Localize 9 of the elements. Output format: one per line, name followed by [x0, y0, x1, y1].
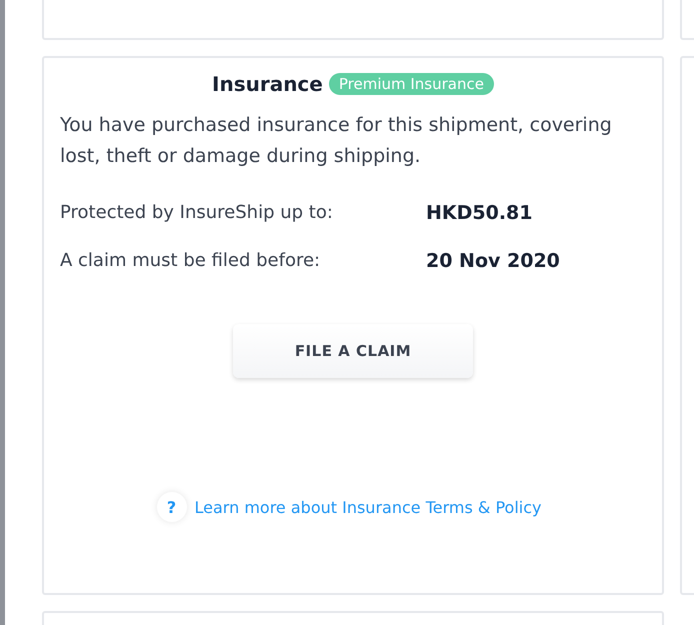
- detail-label: A claim must be filed before:: [60, 250, 322, 272]
- detail-value: 20 Nov 2020: [426, 250, 561, 272]
- detail-value: HKD50.81: [426, 202, 534, 224]
- card-title: Insurance: [212, 72, 323, 96]
- help-icon: ?: [156, 492, 187, 522]
- detail-label: Protected by InsureShip up to:: [60, 202, 334, 224]
- file-claim-button[interactable]: FILE A CLAIM: [233, 324, 473, 378]
- description-text: You have purchased insurance for this shipment, covering lost, theft or damage during shipping.: [60, 113, 613, 169]
- premium-badge: Premium Insurance: [328, 73, 494, 95]
